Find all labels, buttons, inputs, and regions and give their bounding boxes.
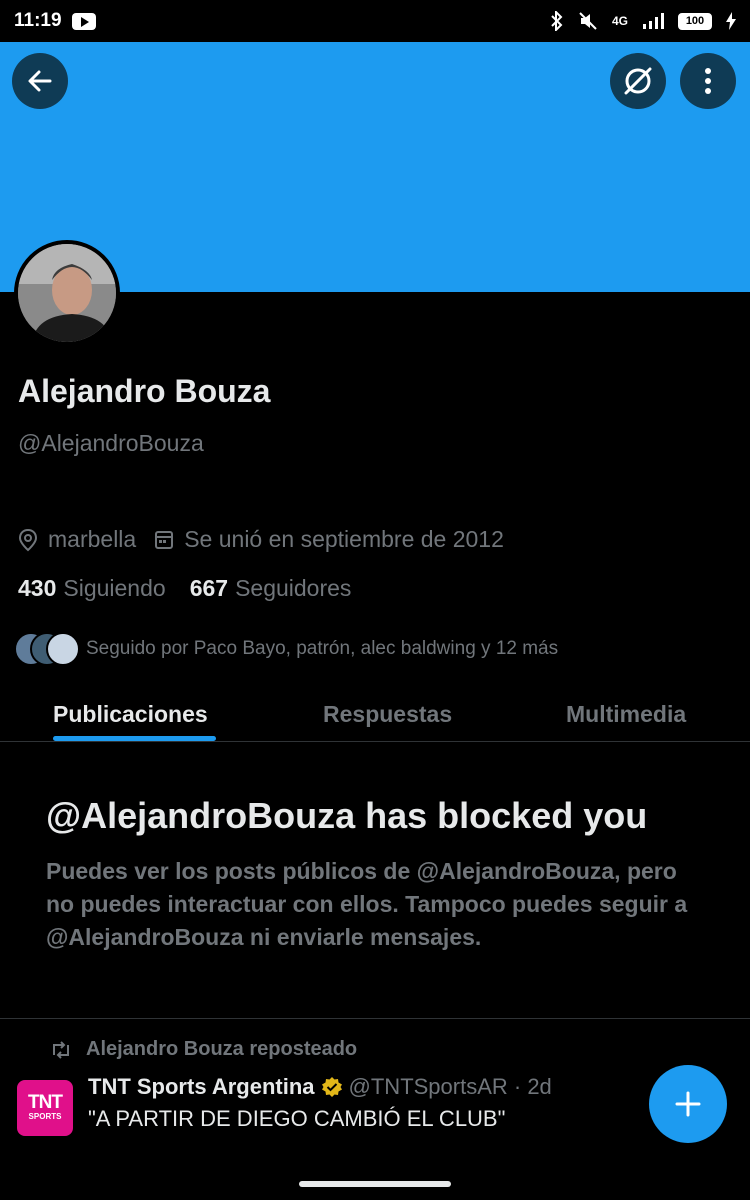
blocked-title: @AlejandroBouza has blocked you [46, 795, 648, 836]
grok-button[interactable] [610, 53, 666, 109]
followers-label[interactable]: Seguidores [235, 575, 351, 602]
followed-by-text: Seguido por Paco Bayo, patrón, alec bald… [86, 638, 559, 659]
tweet-header: TNT Sports Argentina @TNTSportsAR · 2d [88, 1074, 552, 1100]
tab-multimedia[interactable]: Multimedia [566, 686, 686, 742]
following-label[interactable]: Siguiendo [63, 575, 165, 602]
charging-icon [726, 12, 736, 30]
following-count[interactable]: 430 [18, 575, 56, 602]
repost-icon [50, 1040, 72, 1059]
gesture-nav-handle[interactable] [299, 1181, 451, 1187]
profile-tabs: Publicaciones Respuestas Multimedia [0, 686, 750, 742]
profile-name: Alejandro Bouza [18, 373, 271, 409]
compose-button[interactable] [649, 1065, 727, 1143]
grok-icon [624, 67, 652, 95]
youtube-notification-icon [71, 12, 96, 30]
tweet-avatar[interactable]: TNT SPORTS [17, 1080, 73, 1136]
tweet-text[interactable]: "A PARTIR DE DIEGO CAMBIÓ EL CLUB" [88, 1106, 505, 1132]
more-options-button[interactable] [680, 53, 736, 109]
status-time: 11:19 [14, 10, 62, 31]
avatar-photo [18, 244, 116, 342]
profile-meta: marbella Se unió en septiembre de 2012 [18, 526, 504, 553]
verified-badge-icon [321, 1076, 343, 1098]
tnt-logo-subtext: SPORTS [28, 1112, 62, 1121]
mutual-avatars [14, 632, 80, 666]
profile-joined: Se unió en septiembre de 2012 [184, 526, 504, 552]
followers-count[interactable]: 667 [190, 575, 228, 602]
active-tab-indicator [53, 736, 216, 741]
profile-handle: @AlejandroBouza [18, 430, 204, 456]
profile-location: marbella [48, 526, 137, 552]
follow-counts: 430 Siguiendo 667 Seguidores [18, 575, 375, 602]
status-bar: 11:19 4G 100 [0, 0, 750, 42]
repost-label: Alejandro Bouza reposteado [86, 1038, 358, 1060]
repost-indicator[interactable]: Alejandro Bouza reposteado [50, 1038, 357, 1061]
profile-avatar[interactable] [14, 240, 120, 346]
signal-icon [643, 13, 664, 29]
mute-icon [579, 12, 597, 30]
tab-publicaciones[interactable]: Publicaciones [53, 686, 208, 742]
tweet-handle-time: @TNTSportsAR · 2d [348, 1074, 552, 1099]
mutual-avatar [46, 632, 80, 666]
arrow-left-icon [28, 70, 52, 92]
more-vertical-icon [705, 68, 711, 94]
location-pin-icon [18, 528, 38, 552]
battery-icon: 100 [678, 12, 712, 30]
bluetooth-icon [551, 11, 563, 31]
back-button[interactable] [12, 53, 68, 109]
divider [0, 1018, 750, 1019]
followed-by-row[interactable]: Seguido por Paco Bayo, patrón, alec bald… [14, 632, 558, 666]
tweet-author[interactable]: TNT Sports Argentina [88, 1074, 315, 1100]
plus-icon [675, 1091, 701, 1117]
tnt-logo-text: TNT [28, 1092, 63, 1113]
network-label: 4G [611, 14, 628, 28]
blocked-description: Puedes ver los posts públicos de @Alejan… [46, 858, 688, 950]
tab-respuestas[interactable]: Respuestas [323, 686, 452, 742]
calendar-icon [154, 529, 174, 551]
